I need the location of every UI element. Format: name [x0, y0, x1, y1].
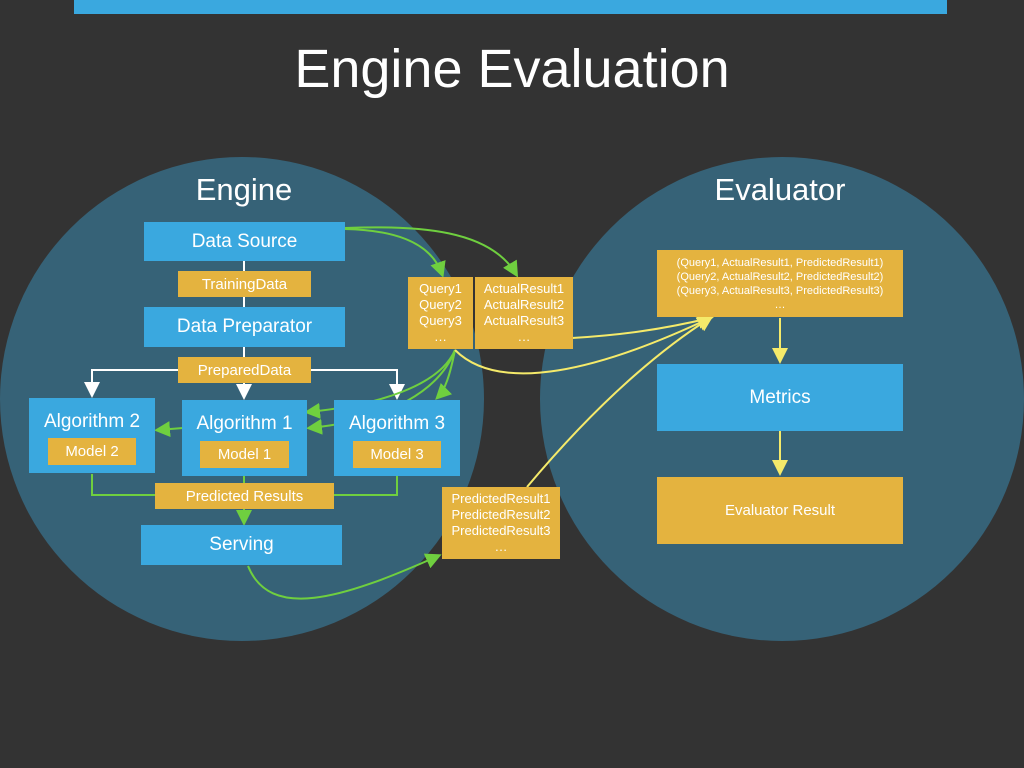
predicted-result-item: PredictedResult2 — [451, 507, 551, 522]
queries-box: Query1 Query2 Query3 … — [408, 277, 473, 349]
predicted-list-box: PredictedResult1 PredictedResult2 Predic… — [442, 487, 560, 559]
actual-result-item: ActualResult3 — [483, 313, 565, 328]
predicted-result-item: … — [494, 539, 508, 554]
actual-result-item: … — [517, 329, 531, 344]
tuple-item: (Query3, ActualResult3, PredictedResult3… — [676, 284, 884, 297]
query-item: Query1 — [419, 281, 462, 296]
algorithm-1-label: Algorithm 1 — [196, 413, 293, 434]
data-source-box: Data Source — [144, 222, 345, 261]
actual-results-box: ActualResult1 ActualResult2 ActualResult… — [475, 277, 573, 349]
tuple-item: (Query1, ActualResult1, PredictedResult1… — [676, 256, 884, 269]
predicted-results-box: Predicted Results — [155, 483, 334, 509]
actual-result-item: ActualResult2 — [483, 297, 565, 312]
query-item: Query2 — [419, 297, 462, 312]
algorithm-2-label: Algorithm 2 — [43, 411, 141, 432]
algorithm-2-box: Algorithm 2 Model 2 — [29, 398, 155, 473]
serving-box: Serving — [141, 525, 342, 565]
evaluator-result-box: Evaluator Result — [657, 477, 903, 544]
tuples-box: (Query1, ActualResult1, PredictedResult1… — [657, 250, 903, 317]
predicted-result-item: PredictedResult3 — [451, 523, 551, 538]
model-3-box: Model 3 — [353, 441, 441, 468]
tuple-item: (Query2, ActualResult2, PredictedResult2… — [676, 270, 884, 283]
predicted-result-item: PredictedResult1 — [451, 491, 551, 506]
training-data-box: TrainingData — [178, 271, 311, 297]
actual-result-item: ActualResult1 — [483, 281, 565, 296]
query-item: Query3 — [419, 313, 462, 328]
model-1-box: Model 1 — [200, 441, 289, 468]
data-preparator-box: Data Preparator — [144, 307, 345, 347]
query-item: … — [434, 329, 447, 344]
algorithm-1-box: Algorithm 1 Model 1 — [182, 400, 307, 476]
metrics-box: Metrics — [657, 364, 903, 431]
algorithm-3-box: Algorithm 3 Model 3 — [334, 400, 460, 476]
prepared-data-box: PreparedData — [178, 357, 311, 383]
algorithm-3-label: Algorithm 3 — [348, 413, 446, 434]
tuple-item: … — [774, 298, 786, 311]
model-2-box: Model 2 — [48, 438, 136, 465]
